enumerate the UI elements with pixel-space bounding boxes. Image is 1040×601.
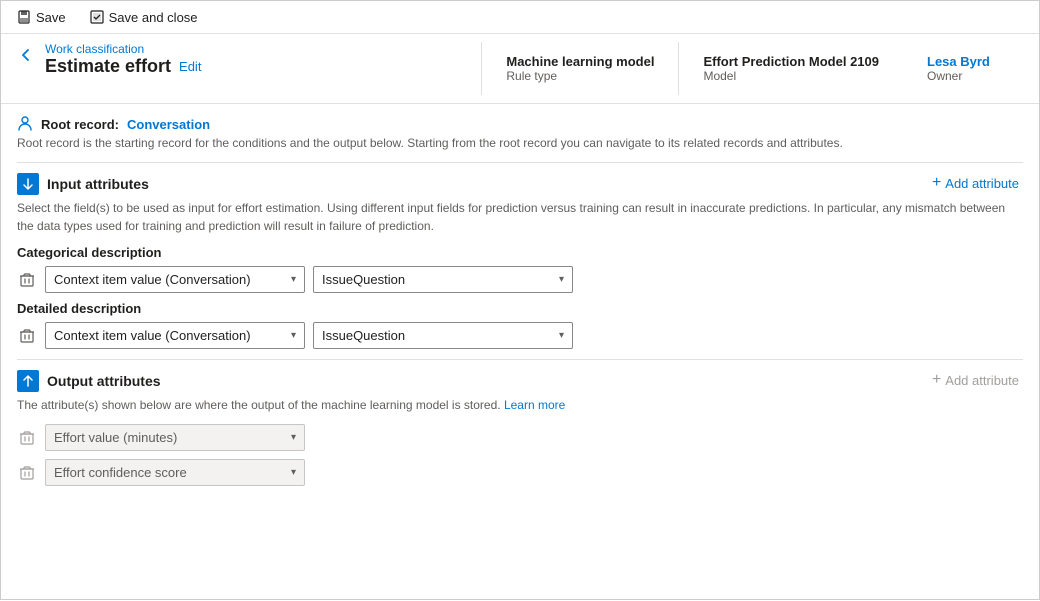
effort-value-chevron: ▾ xyxy=(291,432,296,443)
detailed-select2-value: IssueQuestion xyxy=(322,328,405,343)
add-input-attribute-button[interactable]: + Add attribute xyxy=(928,173,1023,193)
root-record-prefix: Root record: xyxy=(41,117,119,132)
categorical-select1-value: Context item value (Conversation) xyxy=(54,272,251,287)
model-type-label: Machine learning model xyxy=(506,54,654,69)
main-content: Root record: Conversation Root record is… xyxy=(1,104,1039,601)
save-button[interactable]: Save xyxy=(13,8,70,27)
input-section-icon xyxy=(17,173,39,195)
effort-confidence-select: Effort confidence score ▾ xyxy=(45,459,305,486)
output-description-text: The attribute(s) shown below are where t… xyxy=(17,398,501,412)
output-row-effort-confidence: Effort confidence score ▾ xyxy=(17,459,1023,486)
output-attributes-section: Output attributes + Add attribute The at… xyxy=(17,359,1023,486)
save-label: Save xyxy=(36,10,66,25)
output-section-description: The attribute(s) shown below are where t… xyxy=(17,396,1023,414)
categorical-select1[interactable]: Context item value (Conversation) ▾ xyxy=(45,266,305,293)
input-section-header: Input attributes + Add attribute xyxy=(17,173,1023,195)
delete-effort-value-button[interactable] xyxy=(17,428,37,448)
detailed-select2-chevron: ▾ xyxy=(559,330,564,341)
model-type-block: Machine learning model Rule type xyxy=(481,42,678,95)
root-record-icon xyxy=(17,116,33,132)
model-sub: Model xyxy=(703,69,879,83)
toolbar: Save Save and close xyxy=(1,1,1039,34)
input-title-block: Input attributes xyxy=(17,173,149,195)
edit-link[interactable]: Edit xyxy=(179,59,201,74)
owner-block: Lesa Byrd Owner xyxy=(903,42,1023,95)
effort-value-label: Effort value (minutes) xyxy=(54,430,177,445)
model-name-label: Effort Prediction Model 2109 xyxy=(703,54,879,69)
save-close-label: Save and close xyxy=(109,10,198,25)
detailed-select1-value: Context item value (Conversation) xyxy=(54,328,251,343)
delete-detailed-button[interactable] xyxy=(17,326,37,346)
input-section-title: Input attributes xyxy=(47,176,149,192)
header-title-block: Work classification Estimate effort Edit xyxy=(45,42,481,95)
detailed-select1-chevron: ▾ xyxy=(291,330,296,341)
page-title: Estimate effort xyxy=(45,56,171,77)
output-title-block: Output attributes xyxy=(17,370,161,392)
output-section-title: Output attributes xyxy=(47,373,161,389)
root-record-description: Root record is the starting record for t… xyxy=(17,136,1023,150)
effort-confidence-chevron: ▾ xyxy=(291,467,296,478)
add-output-attribute-button: + Add attribute xyxy=(928,370,1023,390)
root-record-value[interactable]: Conversation xyxy=(127,117,210,132)
categorical-select2-chevron: ▾ xyxy=(559,274,564,285)
owner-name[interactable]: Lesa Byrd xyxy=(927,54,999,69)
categorical-attr-row: Context item value (Conversation) ▾ Issu… xyxy=(17,266,1023,293)
owner-role: Owner xyxy=(927,69,999,83)
output-section-icon xyxy=(17,370,39,392)
rule-type-sub: Rule type xyxy=(506,69,654,83)
learn-more-link[interactable]: Learn more xyxy=(504,398,565,412)
add-output-plus-icon: + xyxy=(932,372,941,388)
root-record-bar: Root record: Conversation xyxy=(17,116,1023,132)
save-close-icon xyxy=(90,10,104,24)
detailed-group-label: Detailed description xyxy=(17,301,1023,316)
detailed-select1[interactable]: Context item value (Conversation) ▾ xyxy=(45,322,305,349)
add-input-plus-icon: + xyxy=(932,175,941,191)
add-output-attribute-label: Add attribute xyxy=(945,373,1019,388)
detailed-attr-row: Context item value (Conversation) ▾ Issu… xyxy=(17,322,1023,349)
detailed-select2[interactable]: IssueQuestion ▾ xyxy=(313,322,573,349)
input-section-description: Select the field(s) to be used as input … xyxy=(17,199,1023,235)
effort-confidence-label: Effort confidence score xyxy=(54,465,187,480)
output-row-effort-value: Effort value (minutes) ▾ xyxy=(17,424,1023,451)
save-close-button[interactable]: Save and close xyxy=(86,8,202,27)
breadcrumb[interactable]: Work classification xyxy=(45,42,481,56)
output-section-header: Output attributes + Add attribute xyxy=(17,370,1023,392)
categorical-select2-value: IssueQuestion xyxy=(322,272,405,287)
delete-effort-confidence-button[interactable] xyxy=(17,463,37,483)
header-band: Work classification Estimate effort Edit… xyxy=(1,34,1039,104)
save-icon xyxy=(17,10,31,24)
categorical-group-label: Categorical description xyxy=(17,245,1023,260)
delete-categorical-button[interactable] xyxy=(17,270,37,290)
effort-value-select: Effort value (minutes) ▾ xyxy=(45,424,305,451)
input-attributes-section: Input attributes + Add attribute Select … xyxy=(17,162,1023,349)
add-input-attribute-label: Add attribute xyxy=(945,176,1019,191)
categorical-select1-chevron: ▾ xyxy=(291,274,296,285)
model-name-block: Effort Prediction Model 2109 Model xyxy=(678,42,903,95)
back-button[interactable] xyxy=(17,42,35,95)
categorical-select2[interactable]: IssueQuestion ▾ xyxy=(313,266,573,293)
